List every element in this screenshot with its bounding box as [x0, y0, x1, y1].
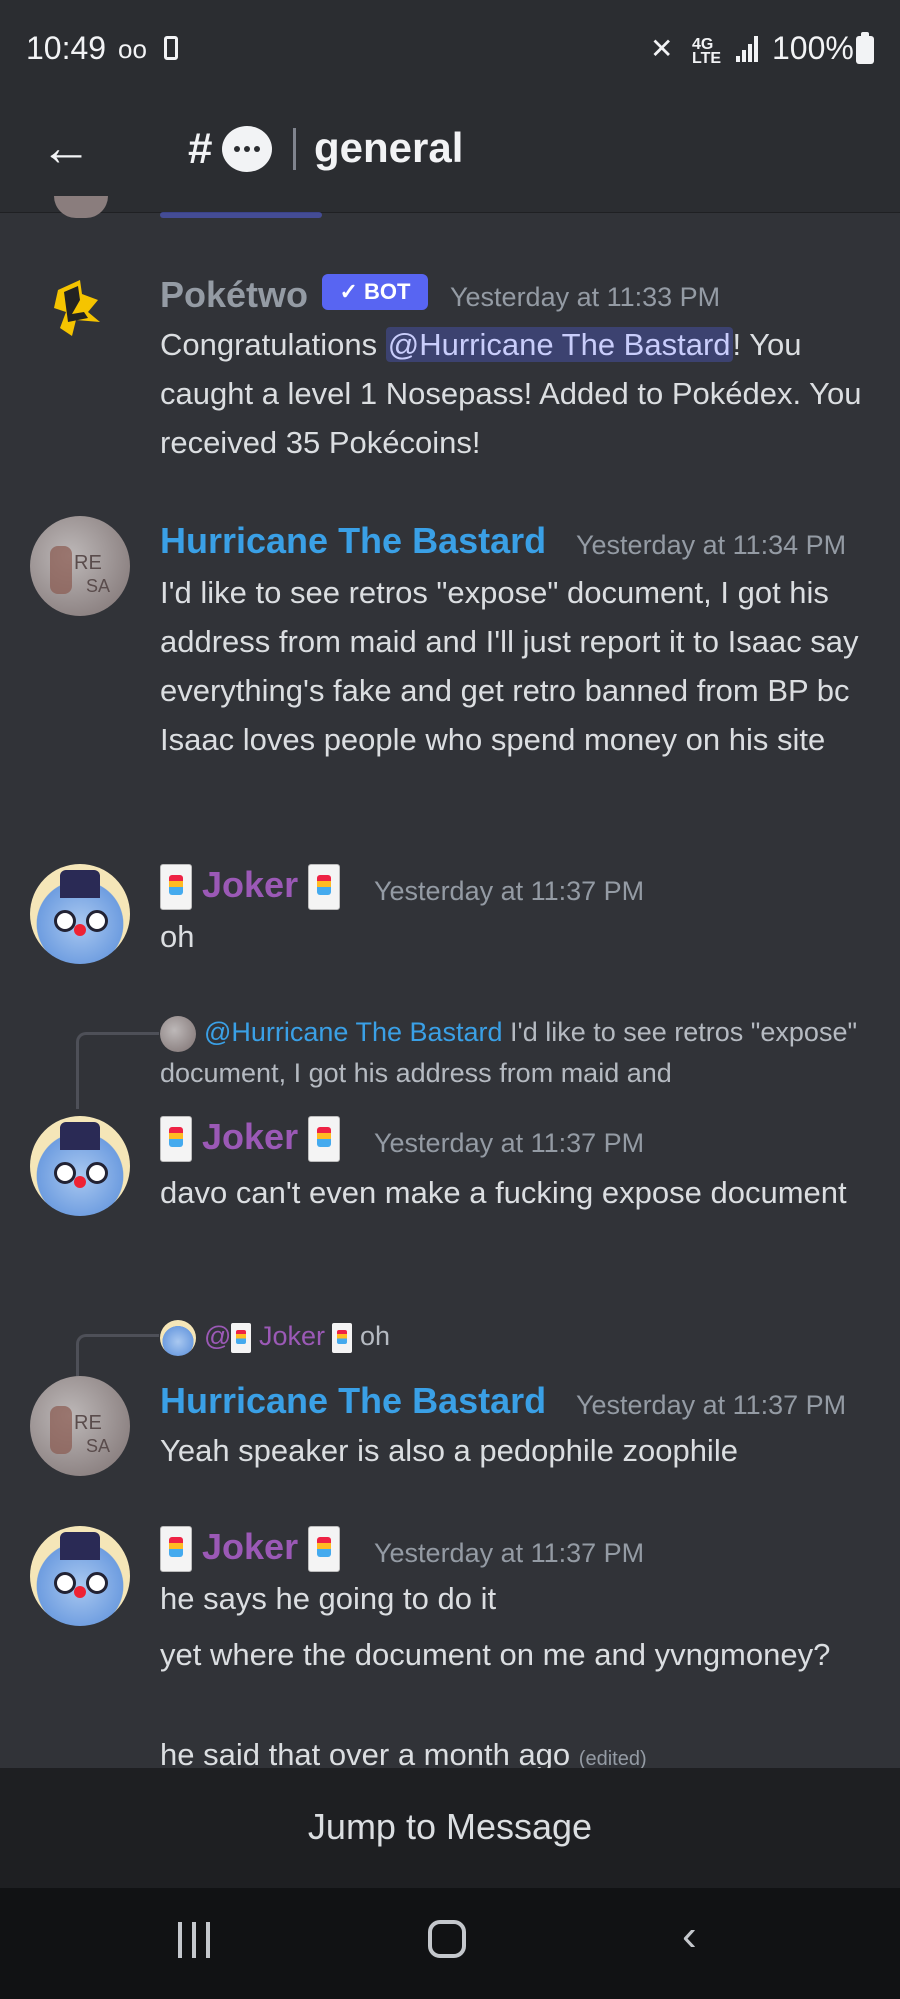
message-text: Congratulations @Hurricane The Bastard! … — [160, 327, 862, 460]
header-divider — [293, 128, 296, 170]
timestamp: Yesterday at 11:34 PM — [576, 530, 847, 560]
battery-percent: 100% — [772, 30, 854, 66]
joker-card-icon — [160, 864, 192, 911]
author-name[interactable]: Pokétwo — [160, 274, 308, 316]
timestamp: Yesterday at 11:37 PM — [374, 876, 645, 906]
network-lte-icon: 4G LTE — [692, 36, 722, 67]
message-text: Yeah speaker is also a pedophile zoophil… — [160, 1433, 738, 1468]
joker-card-icon — [160, 1526, 192, 1573]
system-nav-bar: ‹ — [0, 1888, 900, 1999]
author-name[interactable]: Hurricane The Bastard — [160, 1380, 546, 1422]
status-bar: 10:49 oo ✕ 4G LTE 100% — [0, 0, 900, 100]
edited-label: (edited) — [578, 1748, 647, 1770]
avatar[interactable] — [30, 1526, 130, 1626]
reply-connector — [76, 1334, 159, 1379]
reply-avatar — [160, 1319, 196, 1356]
recents-icon[interactable] — [176, 1922, 216, 1958]
joker-card-icon — [308, 1526, 341, 1573]
message-text: I'd like to see retros "expose" document… — [160, 575, 859, 757]
phone-icon — [164, 36, 178, 60]
message-text: davo can't even make a fucking expose do… — [160, 1175, 847, 1210]
timestamp: Yesterday at 11:37 PM — [576, 1390, 847, 1420]
author-name[interactable]: Joker — [160, 1526, 341, 1573]
channel-hash-icon: # — [188, 124, 213, 173]
channel-name[interactable]: general — [314, 124, 463, 172]
avatar[interactable]: RE SA — [30, 516, 130, 616]
channel-header: ← # general — [0, 100, 900, 213]
joker-card-icon — [160, 1116, 192, 1163]
message-text: yet where the document on me and yvngmon… — [160, 1637, 831, 1672]
author-name[interactable]: Joker — [160, 864, 341, 911]
message-text: oh — [160, 919, 195, 954]
reply-author: @Hurricane The Bastard — [204, 1017, 503, 1047]
author-name[interactable]: Hurricane The Bastard — [160, 520, 546, 562]
avatar[interactable] — [30, 864, 130, 964]
reply-author: @ Joker — [204, 1321, 353, 1353]
timestamp: Yesterday at 11:37 PM — [374, 1128, 645, 1158]
joker-card-icon — [308, 1116, 341, 1163]
avatar[interactable]: RE SA — [30, 1376, 130, 1476]
reply-connector — [76, 1032, 159, 1109]
avatar[interactable] — [30, 1116, 130, 1216]
joker-card-icon — [308, 864, 341, 911]
status-time: 10:49 — [26, 30, 107, 66]
reply-avatar — [160, 1015, 196, 1052]
voicemail-icon: oo — [118, 34, 147, 64]
message-text: he says he going to do it — [160, 1581, 497, 1616]
jump-to-message-button[interactable]: Jump to Message — [0, 1806, 900, 1848]
author-name[interactable]: Joker — [160, 1116, 341, 1163]
timestamp: Yesterday at 11:37 PM — [374, 1538, 645, 1568]
user-mention[interactable]: @Hurricane The Bastard — [385, 327, 733, 362]
clipped-embed — [160, 212, 322, 218]
reply-reference[interactable]: @ Joker oh — [160, 1316, 860, 1357]
battery-icon — [856, 32, 874, 64]
reply-reference[interactable]: @Hurricane The Bastard I'd like to see r… — [160, 1012, 860, 1094]
bot-badge: ✓ BOT — [322, 274, 428, 310]
reply-preview: oh — [360, 1321, 391, 1351]
timestamp: Yesterday at 11:33 PM — [450, 282, 721, 312]
joker-card-icon — [332, 1322, 353, 1353]
avatar[interactable] — [30, 272, 130, 372]
home-icon[interactable] — [428, 1920, 466, 1958]
back-chevron-icon[interactable]: ‹ — [682, 1914, 697, 1958]
jump-to-message-bar[interactable]: Jump to Message — [0, 1768, 900, 1888]
chat-bubble-icon[interactable] — [222, 126, 272, 172]
mute-icon: ✕ — [650, 33, 674, 64]
joker-card-icon — [231, 1322, 252, 1353]
arrow-left-icon[interactable]: ← — [40, 120, 92, 176]
signal-icon — [736, 34, 762, 62]
clipped-avatar — [54, 196, 108, 218]
